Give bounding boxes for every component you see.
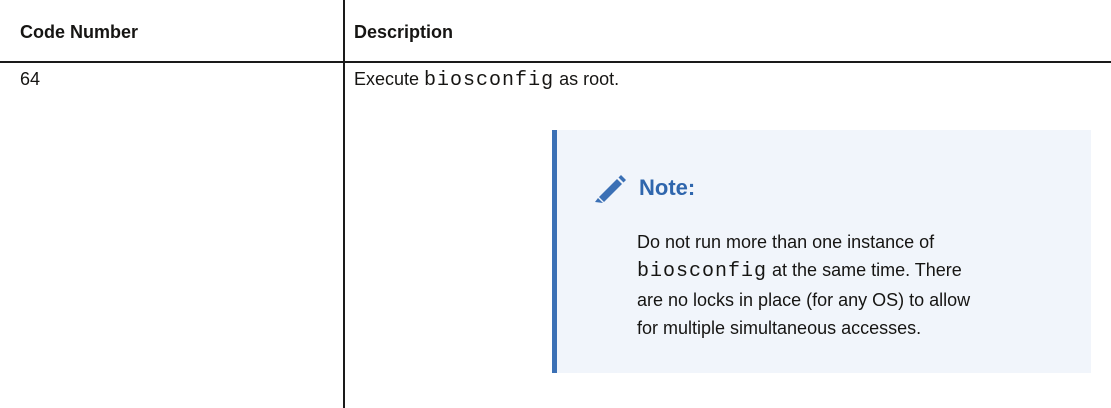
header-code-number: Code Number xyxy=(20,22,139,42)
note-line-2-text: at the same time. There xyxy=(767,260,962,280)
note-heading: Note: xyxy=(593,173,695,203)
header-description: Description xyxy=(354,22,454,42)
note-line-4: for multiple simultaneous accesses. xyxy=(637,318,922,338)
row-code-value: 64 xyxy=(20,69,41,89)
note-callout: Note: Do not run more than one instance … xyxy=(552,130,1091,373)
note-line-3: are no locks in place (for any OS) to al… xyxy=(637,290,971,310)
header-rule xyxy=(0,61,1111,63)
row-description: Execute biosconfig as root. xyxy=(354,68,619,92)
codes-table: Code Number Description 64 Execute biosc… xyxy=(0,0,1111,408)
note-line-1: Do not run more than one instance of xyxy=(637,232,935,252)
note-line-2: biosconfig at the same time. There xyxy=(637,256,1077,286)
command-name: biosconfig xyxy=(424,69,555,92)
note-title: Note: xyxy=(639,175,696,200)
note-command-name: biosconfig xyxy=(637,260,768,283)
pencil-icon xyxy=(593,173,627,203)
description-prefix: Execute xyxy=(354,69,425,89)
description-suffix: as root. xyxy=(554,69,620,89)
note-body: Do not run more than one instance of bio… xyxy=(637,228,1077,342)
